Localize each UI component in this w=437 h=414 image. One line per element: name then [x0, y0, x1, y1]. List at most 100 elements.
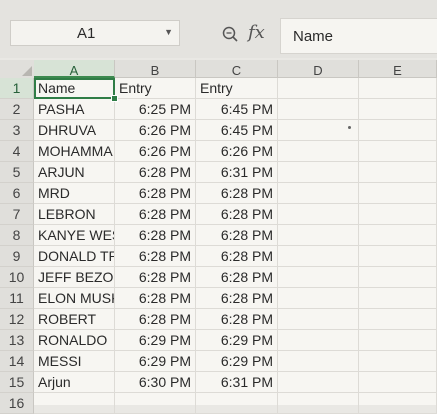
cell-b13[interactable]: 6:29 PM [115, 330, 196, 351]
cell-d9[interactable] [278, 246, 359, 267]
cell-c2[interactable]: 6:45 PM [196, 99, 278, 120]
cell-a4[interactable]: MOHAMMA [34, 141, 115, 162]
cell-d8[interactable] [278, 225, 359, 246]
row-header[interactable]: 16 [0, 393, 34, 414]
cell-b11[interactable]: 6:28 PM [115, 288, 196, 309]
cell-a8[interactable]: KANYE WES [34, 225, 115, 246]
row-header[interactable]: 4 [0, 141, 34, 162]
cell-a16[interactable] [34, 393, 115, 414]
cell-d12[interactable] [278, 309, 359, 330]
row-header[interactable]: 13 [0, 330, 34, 351]
cell-e7[interactable] [359, 204, 437, 225]
cell-a6[interactable]: MRD [34, 183, 115, 204]
cell-b16[interactable] [115, 393, 196, 414]
cell-e2[interactable] [359, 99, 437, 120]
cell-c4[interactable]: 6:26 PM [196, 141, 278, 162]
cell-e16[interactable] [359, 393, 437, 414]
row-header[interactable]: 8 [0, 225, 34, 246]
cell-a10[interactable]: JEFF BEZOS [34, 267, 115, 288]
cell-b7[interactable]: 6:28 PM [115, 204, 196, 225]
row-header[interactable]: 5 [0, 162, 34, 183]
cell-a1[interactable]: Name [34, 78, 115, 99]
fill-handle[interactable] [111, 95, 118, 102]
cell-a5[interactable]: ARJUN [34, 162, 115, 183]
cell-b12[interactable]: 6:28 PM [115, 309, 196, 330]
cell-d13[interactable] [278, 330, 359, 351]
cell-c13[interactable]: 6:29 PM [196, 330, 278, 351]
cell-d1[interactable] [278, 78, 359, 99]
column-header-e[interactable]: E [359, 60, 437, 78]
cell-b15[interactable]: 6:30 PM [115, 372, 196, 393]
cell-a3[interactable]: DHRUVA [34, 120, 115, 141]
cell-c9[interactable]: 6:28 PM [196, 246, 278, 267]
cell-a13[interactable]: RONALDO [34, 330, 115, 351]
cell-d11[interactable] [278, 288, 359, 309]
cell-b14[interactable]: 6:29 PM [115, 351, 196, 372]
cell-e8[interactable] [359, 225, 437, 246]
cell-a15[interactable]: Arjun [34, 372, 115, 393]
cell-c1[interactable]: Entry [196, 78, 278, 99]
cell-e4[interactable] [359, 141, 437, 162]
cell-c7[interactable]: 6:28 PM [196, 204, 278, 225]
cell-e1[interactable] [359, 78, 437, 99]
cell-e9[interactable] [359, 246, 437, 267]
cell-c6[interactable]: 6:28 PM [196, 183, 278, 204]
row-header[interactable]: 2 [0, 99, 34, 120]
row-header[interactable]: 9 [0, 246, 34, 267]
row-header[interactable]: 1 [0, 78, 34, 99]
row-header[interactable]: 12 [0, 309, 34, 330]
cell-b2[interactable]: 6:25 PM [115, 99, 196, 120]
column-header-a[interactable]: A [34, 60, 115, 78]
cell-b10[interactable]: 6:28 PM [115, 267, 196, 288]
row-header[interactable]: 7 [0, 204, 34, 225]
cell-c5[interactable]: 6:31 PM [196, 162, 278, 183]
cell-d10[interactable] [278, 267, 359, 288]
cell-c12[interactable]: 6:28 PM [196, 309, 278, 330]
cell-e5[interactable] [359, 162, 437, 183]
cell-a14[interactable]: MESSI [34, 351, 115, 372]
cell-c3[interactable]: 6:45 PM [196, 120, 278, 141]
cell-d15[interactable] [278, 372, 359, 393]
cell-d2[interactable] [278, 99, 359, 120]
cell-a2[interactable]: PASHA [34, 99, 115, 120]
cell-b4[interactable]: 6:26 PM [115, 141, 196, 162]
cell-b5[interactable]: 6:28 PM [115, 162, 196, 183]
cell-d6[interactable] [278, 183, 359, 204]
cell-b6[interactable]: 6:28 PM [115, 183, 196, 204]
row-header[interactable]: 3 [0, 120, 34, 141]
row-header[interactable]: 10 [0, 267, 34, 288]
cell-c8[interactable]: 6:28 PM [196, 225, 278, 246]
column-header-d[interactable]: D [278, 60, 359, 78]
column-header-c[interactable]: C [196, 60, 278, 78]
cell-b8[interactable]: 6:28 PM [115, 225, 196, 246]
cell-d7[interactable] [278, 204, 359, 225]
chevron-down-icon[interactable]: ▼ [164, 27, 173, 37]
cell-a9[interactable]: DONALD TR [34, 246, 115, 267]
cell-a11[interactable]: ELON MUSK [34, 288, 115, 309]
cell-e13[interactable] [359, 330, 437, 351]
cell-e11[interactable] [359, 288, 437, 309]
cell-e12[interactable] [359, 309, 437, 330]
row-header[interactable]: 6 [0, 183, 34, 204]
formula-input[interactable]: Name [280, 18, 437, 54]
cell-e3[interactable] [359, 120, 437, 141]
row-header[interactable]: 14 [0, 351, 34, 372]
cell-e10[interactable] [359, 267, 437, 288]
cell-a7[interactable]: LEBRON [34, 204, 115, 225]
select-all-corner[interactable] [0, 60, 35, 79]
cell-d4[interactable] [278, 141, 359, 162]
cell-c11[interactable]: 6:28 PM [196, 288, 278, 309]
cell-d5[interactable] [278, 162, 359, 183]
cell-b9[interactable]: 6:28 PM [115, 246, 196, 267]
cell-b1[interactable]: Entry [115, 78, 196, 99]
cell-c15[interactable]: 6:31 PM [196, 372, 278, 393]
cell-c16[interactable] [196, 393, 278, 414]
name-box[interactable]: A1 ▼ [10, 20, 180, 46]
cell-b3[interactable]: 6:26 PM [115, 120, 196, 141]
cell-e14[interactable] [359, 351, 437, 372]
cell-d3[interactable] [278, 120, 359, 141]
row-header[interactable]: 15 [0, 372, 34, 393]
cell-e6[interactable] [359, 183, 437, 204]
column-header-b[interactable]: B [115, 60, 196, 78]
zoom-icon[interactable] [222, 26, 238, 42]
